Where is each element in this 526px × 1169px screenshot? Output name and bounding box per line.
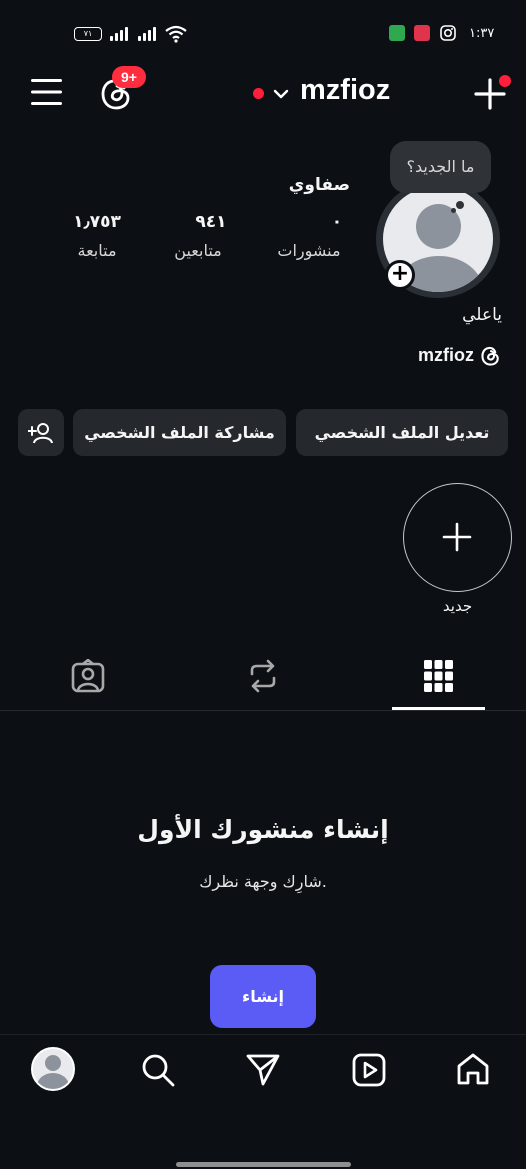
record-icon [414, 25, 430, 41]
home-indicator [176, 1162, 351, 1167]
new-highlight-label: جديد [442, 597, 473, 615]
battery-indicator: ٧١ [74, 27, 102, 41]
wifi-icon [165, 25, 187, 43]
bubble-tail-small [451, 208, 456, 213]
account-switcher-username[interactable]: mzfioz [300, 74, 390, 107]
plus-icon-small: + [388, 263, 412, 287]
profile-avatar[interactable] [31, 1047, 75, 1091]
discover-people-button[interactable] [18, 409, 64, 456]
note-bubble[interactable]: ما الجديد؟ [390, 141, 491, 193]
empty-state-title: إنشاء منشورك الأول [137, 815, 389, 844]
followers-count[interactable]: ٩٤١ [156, 212, 266, 232]
active-tab-indicator [392, 707, 485, 710]
bio-text: ياعلي [462, 305, 502, 325]
bubble-tail [456, 201, 464, 209]
chevron-down-icon[interactable] [273, 88, 289, 100]
threads-icon-small[interactable] [480, 345, 502, 367]
shield-icon [389, 25, 405, 41]
grid-icon[interactable] [424, 660, 453, 692]
new-indicator-dot [499, 75, 511, 87]
tagged-icon[interactable] [71, 659, 105, 693]
signal-icon-2 [138, 27, 156, 41]
reels-icon[interactable] [352, 1053, 386, 1087]
search-icon[interactable] [141, 1053, 175, 1087]
signal-icon [110, 27, 128, 41]
plus-icon-highlight [442, 522, 472, 552]
create-post-button[interactable]: إنشاء [210, 965, 316, 1028]
add-person-icon [27, 423, 53, 444]
posts-count: ٠ [331, 212, 343, 232]
following-count[interactable]: ١٫٧٥٣ [42, 212, 152, 232]
menu-icon[interactable] [31, 78, 63, 106]
status-dot [253, 88, 264, 99]
share-profile-button[interactable]: مشاركة الملف الشخصي [73, 409, 286, 456]
edit-profile-button[interactable]: تعديل الملف الشخصي [296, 409, 508, 456]
notifications-badge: 9+ [112, 66, 146, 88]
followers-label[interactable]: متابعين [143, 241, 253, 260]
home-icon[interactable] [456, 1052, 490, 1086]
following-label[interactable]: متابعة [42, 241, 152, 260]
reposts-icon[interactable] [247, 659, 279, 693]
tabs-divider [0, 710, 526, 711]
display-name: صفاوي [288, 175, 350, 195]
status-time: ١:٣٧ [469, 26, 495, 41]
send-icon[interactable] [246, 1053, 280, 1087]
instagram-icon [440, 25, 456, 41]
posts-label: منشورات [277, 241, 341, 260]
new-highlight-button[interactable] [403, 483, 512, 592]
empty-state-subtitle: شارِك وجهة نظرك. [199, 872, 327, 891]
add-story-button[interactable]: + [385, 260, 415, 290]
threads-handle[interactable]: mzfioz [418, 345, 474, 366]
